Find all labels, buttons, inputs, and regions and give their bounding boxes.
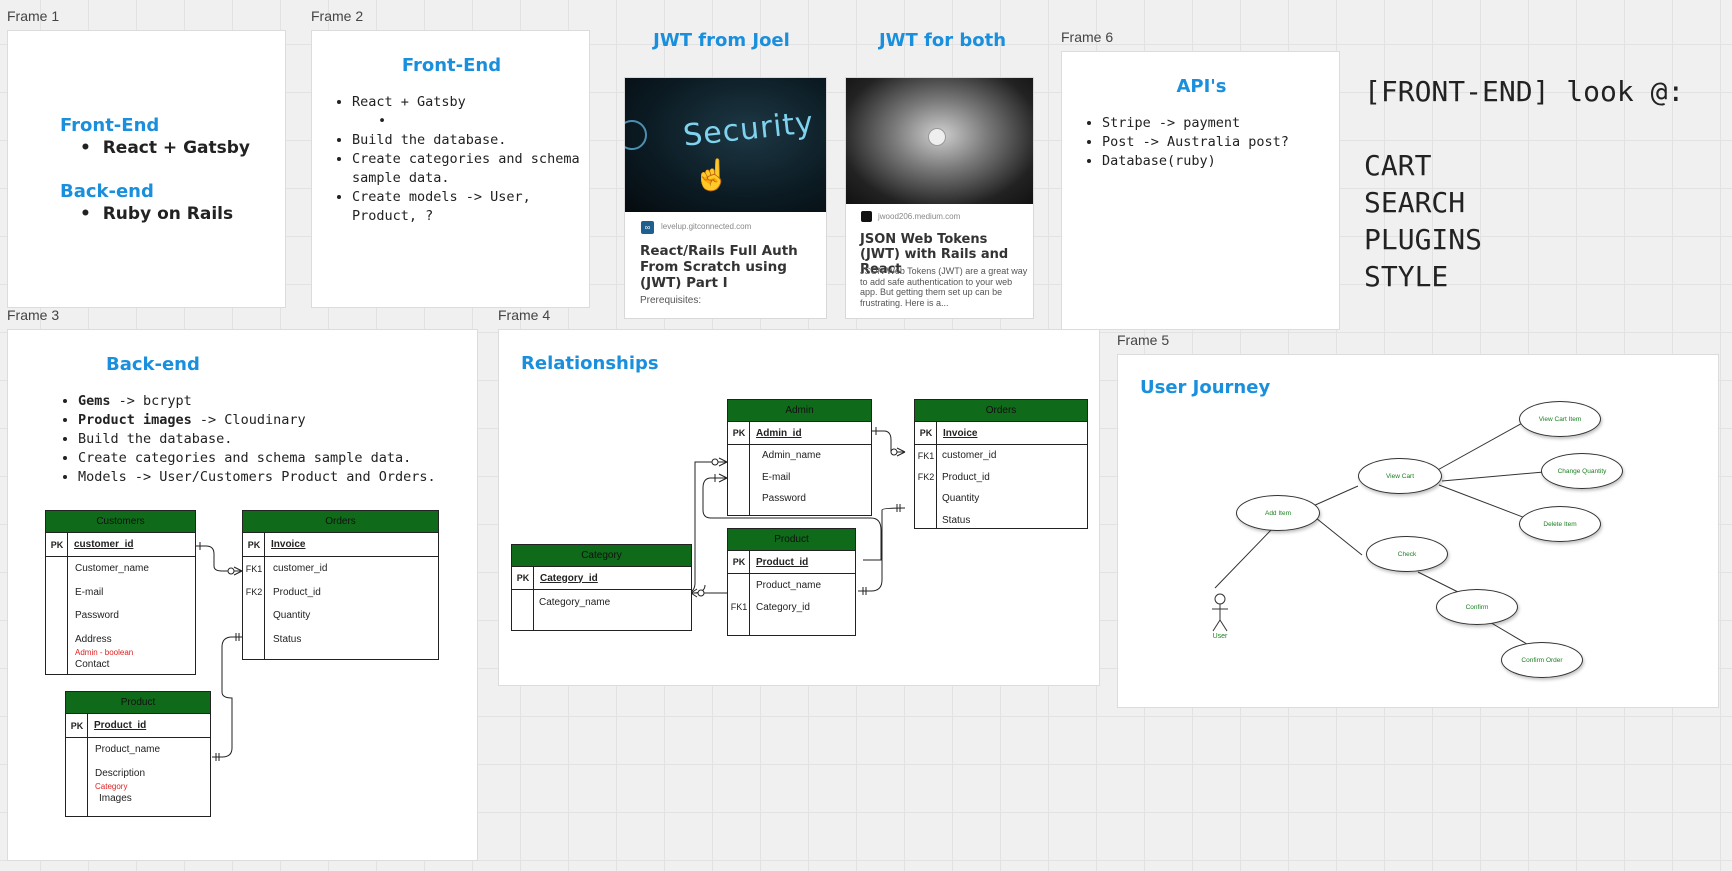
list-item: Create models -> User, Product, ?	[352, 188, 602, 226]
table-header: Orders	[243, 511, 438, 533]
confirm-order-usecase[interactable]: Confirm Order	[1501, 642, 1583, 678]
frame-2-title: Front-End	[401, 55, 502, 76]
pk-row: PK Invoice	[243, 533, 438, 557]
table-header: Customers	[46, 511, 195, 533]
add-item-usecase[interactable]: Add Item	[1236, 495, 1320, 531]
frame-3-label[interactable]: Frame 3	[7, 307, 59, 323]
list-item: React + Gatsby	[352, 93, 602, 112]
link-title: React/Rails Full Auth From Scratch using…	[640, 243, 798, 291]
coin-icon	[928, 128, 946, 146]
list-item: Stripe -> payment	[1102, 114, 1352, 133]
note-item: CART	[1364, 149, 1432, 182]
list-item: Build the database.	[352, 131, 602, 150]
frame-2-list: React + Gatsby • Build the database. Cre…	[332, 93, 602, 226]
pk-row: PK Category_id	[512, 567, 691, 590]
hand-cursor-icon: ☝	[693, 159, 731, 192]
pk-row: PK Product_id	[728, 551, 855, 574]
frame-6-title: API's	[1176, 76, 1227, 97]
front-end-heading: Front-End	[60, 115, 160, 136]
link-domain: levelup.gitconnected.com	[661, 222, 752, 231]
list-item-empty: •	[378, 113, 387, 129]
admin-table[interactable]: Admin PK Admin_id Admin_name E-mail Passw…	[727, 399, 872, 516]
jwt-joel-link-card[interactable]: Security ☝ ∞ levelup.gitconnected.com Re…	[624, 77, 827, 319]
coin-hand-image	[846, 78, 1033, 204]
jwt-both-heading: JWT for both	[878, 30, 1007, 51]
link-domain: jwood206.medium.com	[878, 212, 961, 221]
delete-item-usecase[interactable]: Delete Item	[1519, 506, 1601, 542]
product-table[interactable]: Product PK Product_id Product_name FK1 Cat…	[727, 528, 856, 636]
admin-note: Admin - boolean	[75, 647, 134, 657]
site-favicon-icon: ∞	[641, 221, 654, 234]
front-end-item: • React + Gatsby	[80, 138, 251, 158]
medium-favicon-icon	[861, 211, 872, 222]
orders-table[interactable]: Orders PK Invoice FK1 customer_id FK2 Produ…	[242, 510, 439, 660]
use-case-lines	[1212, 420, 1545, 648]
frame-2[interactable]: Front-End React + Gatsby • Build the dat…	[311, 30, 590, 308]
jwt-joel-heading: JWT from Joel	[653, 30, 790, 51]
view-cart-usecase[interactable]: View Cart	[1358, 458, 1442, 494]
view-cart-item-usecase[interactable]: View Cart Item	[1519, 401, 1601, 437]
table-fields: Customer_name E-mail Password Address Ad…	[46, 557, 195, 673]
security-image: Security ☝	[625, 78, 826, 212]
note-item: PLUGINS	[1364, 223, 1483, 256]
pk-row: PK Invoice	[915, 422, 1087, 445]
table-field: Category_name	[539, 597, 611, 608]
note-item: STYLE	[1364, 260, 1449, 293]
actor-label: User	[1212, 633, 1228, 640]
change-quantity-usecase[interactable]: Change Quantity	[1541, 453, 1623, 489]
front-end-notes[interactable]: [FRONT-END] look @: CART SEARCH PLUGINS …	[1364, 73, 1684, 295]
circle-icon	[625, 120, 647, 150]
frame-2-label[interactable]: Frame 2	[311, 8, 363, 24]
frame-6-label[interactable]: Frame 6	[1061, 29, 1113, 45]
list-item: Database(ruby)	[1102, 152, 1352, 171]
link-description: Prerequisites:	[640, 295, 702, 306]
list-item: Create categories and schema sample data…	[352, 150, 602, 188]
pk-row: PK customer_id	[46, 533, 195, 557]
frame-4[interactable]: Relationships Admin PK Admin_id Admin_na…	[498, 329, 1100, 686]
back-end-item: • Ruby on Rails	[80, 204, 234, 224]
table-header: Product	[728, 529, 855, 551]
frame-4-label[interactable]: Frame 4	[498, 307, 550, 323]
frame-1[interactable]: Front-End • React + Gatsby Back-end • Ru…	[7, 30, 286, 308]
link-description: JSON Web Tokens (JWT) are a great way to…	[860, 266, 1028, 308]
security-text: Security	[681, 105, 816, 154]
frame-1-label[interactable]: Frame 1	[7, 8, 59, 24]
notes-heading: [FRONT-END] look @:	[1364, 75, 1685, 108]
check-usecase[interactable]: Check	[1366, 536, 1448, 572]
list-item: Post -> Australia post?	[1102, 133, 1352, 152]
orders-table[interactable]: Orders PK Invoice FK1 customer_id FK2 Produ…	[914, 399, 1088, 529]
frame-6-list: Stripe -> payment Post -> Australia post…	[1082, 114, 1352, 171]
product-table[interactable]: Product PK Product_id Product_name Descri…	[65, 691, 211, 817]
table-header: Admin	[728, 400, 871, 422]
category-table[interactable]: Category PK Category_id Category_name	[511, 544, 692, 631]
back-end-heading: Back-end	[60, 181, 154, 202]
frame-5[interactable]: User Journey User Add Item View Cart Vie…	[1117, 354, 1719, 708]
table-header: Product	[66, 692, 210, 714]
category-note: Category	[95, 781, 128, 791]
jwt-both-link-card[interactable]: jwood206.medium.com JSON Web Tokens (JWT…	[845, 77, 1034, 319]
table-header: Category	[512, 545, 691, 567]
frame-5-label[interactable]: Frame 5	[1117, 332, 1169, 348]
confirm-usecase[interactable]: Confirm	[1436, 589, 1518, 625]
frame-6[interactable]: API's Stripe -> payment Post -> Australi…	[1061, 51, 1340, 330]
note-item: SEARCH	[1364, 186, 1466, 219]
frame-3[interactable]: Back-end Gems -> bcrypt Product images -…	[7, 329, 478, 861]
customers-table[interactable]: Customers PK customer_id Customer_name E-…	[45, 510, 196, 675]
table-header: Orders	[915, 400, 1087, 422]
